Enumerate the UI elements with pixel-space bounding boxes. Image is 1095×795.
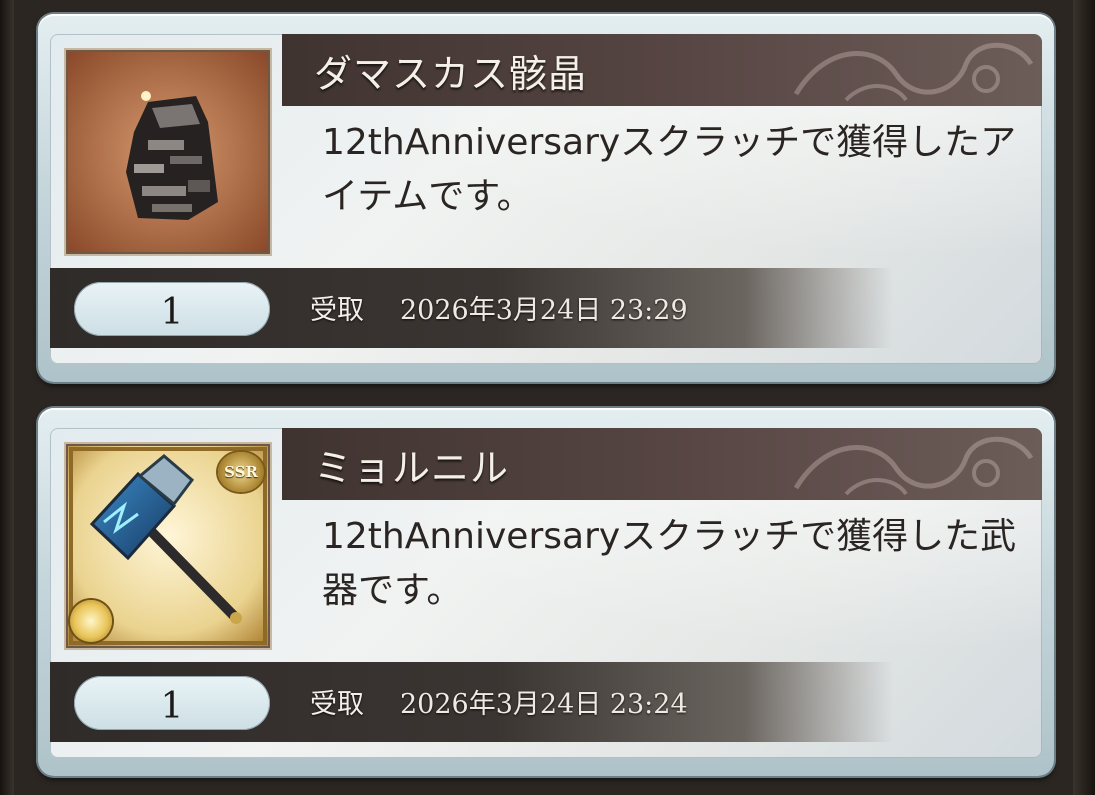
received-date: 2026年3月24日 23:24: [400, 689, 688, 720]
item-description: 12thAnniversaryスクラッチで獲得したアイテムです。: [322, 122, 1017, 217]
item-footer-bar: 1 受取 2026年3月24日 23:29: [50, 268, 1042, 348]
received-date: 2026年3月24日 23:29: [400, 295, 688, 326]
item-footer-bar: 1 受取 2026年3月24日 23:24: [50, 662, 1042, 742]
item-title-bar: ミョルニル: [282, 428, 1042, 500]
received-label: 受取: [310, 689, 364, 720]
item-card[interactable]: ミョルニル SSR 12thAnniversaryスクラッチで獲得した武器です。…: [38, 408, 1054, 776]
ornament-decoration: [793, 436, 1034, 496]
ornament-decoration: [793, 42, 1034, 102]
rarity-badge: SSR: [218, 452, 264, 492]
item-count: 1: [74, 676, 270, 730]
light-element-icon: [70, 600, 112, 642]
item-name: ダマスカス骸晶: [314, 52, 588, 96]
mjolnir-hammer-icon: SSR: [68, 446, 268, 646]
item-description: 12thAnniversaryスクラッチで獲得した武器です。: [322, 516, 1017, 611]
background-right-border: [1073, 0, 1095, 795]
item-title-bar: ダマスカス骸晶: [282, 34, 1042, 106]
item-card-body: ダマスカス骸晶 12thAnniversaryスクラッチで獲得したアイテムです。…: [50, 34, 1042, 364]
background-left-border: [0, 0, 14, 795]
received-label: 受取: [310, 295, 364, 326]
item-count: 1: [74, 282, 270, 336]
item-card[interactable]: ダマスカス骸晶 12thAnniversaryスクラッチで獲得したアイテムです。…: [38, 14, 1054, 382]
item-card-body: ミョルニル SSR 12thAnniversaryスクラッチで獲得した武器です。…: [50, 428, 1042, 758]
damascus-crystal-icon: [68, 52, 268, 252]
item-name: ミョルニル: [314, 446, 510, 490]
